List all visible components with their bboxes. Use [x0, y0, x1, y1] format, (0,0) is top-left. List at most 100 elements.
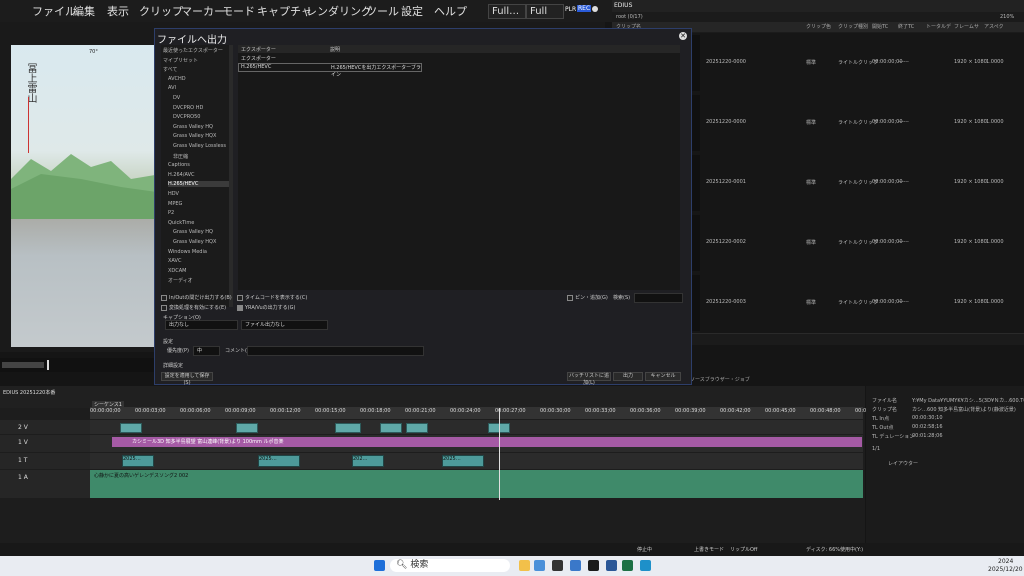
bin-folder[interactable]: root (0/17) [616, 14, 643, 20]
header-description[interactable]: 説明 [330, 46, 340, 53]
option-timecode[interactable]: タイムコードを表示する(C) [237, 294, 307, 301]
app-icon-2[interactable] [570, 560, 581, 571]
menu-marker[interactable]: マーカー [181, 3, 225, 19]
menu-close-icon[interactable] [592, 6, 598, 12]
word-icon[interactable] [606, 560, 617, 571]
menu-edit[interactable]: 編集 [73, 3, 95, 19]
info-page[interactable]: 1/1 [872, 446, 880, 452]
col-total[interactable]: トータルデ [926, 23, 951, 30]
track-1a[interactable]: 心静かに夏の高いゲレンデスソング2 002 [90, 470, 863, 498]
col-aspect[interactable]: アスペク [984, 23, 1004, 30]
dialog-close-icon[interactable]: ✕ [679, 32, 687, 40]
cancel-button[interactable]: キャンセル [645, 372, 681, 381]
priority-select[interactable]: 中 [193, 346, 220, 356]
comment-field[interactable] [247, 346, 424, 356]
detail-settings-toggle[interactable]: 詳細設定 [163, 362, 183, 369]
save-settings-button[interactable]: 設定を適用して保存(S) [161, 372, 213, 386]
col-end-tc[interactable]: 終了TC [898, 23, 914, 30]
tree-item[interactable]: 非圧縮 [173, 153, 188, 160]
search-field[interactable] [634, 293, 683, 303]
tree-item[interactable]: Grass Valley HQX [173, 239, 216, 245]
full-right-dropdown[interactable]: Full [526, 4, 564, 19]
t1-clip-2[interactable]: 2025… [258, 455, 300, 467]
track-1t[interactable]: 2025… 2025… 202… 2025… [90, 453, 863, 469]
col-frame-size[interactable]: フレームサ [954, 23, 979, 30]
tree-item[interactable]: Captions [168, 162, 190, 168]
tree-item[interactable]: 最近使ったエクスポーター [163, 47, 223, 54]
full-left-dropdown[interactable]: Full… [488, 4, 526, 19]
col-clip-type[interactable]: クリップ種別 [838, 23, 868, 30]
t1-clip-3[interactable]: 202… [352, 455, 384, 467]
tree-item[interactable]: Grass Valley HQ [173, 124, 213, 130]
tree-item[interactable]: Grass Valley HQX [173, 133, 216, 139]
tree-item[interactable]: DVCPRO50 [173, 114, 200, 120]
menu-help[interactable]: ヘルプ [434, 3, 467, 19]
plr-label[interactable]: PLR [565, 6, 576, 13]
option-pin[interactable]: ピン・追加(G) [567, 294, 608, 301]
menu-file[interactable]: ファイル [32, 3, 76, 19]
rec-label[interactable]: REC [577, 5, 592, 12]
tree-item[interactable]: HDV [168, 191, 179, 197]
menu-clip[interactable]: クリップ [139, 3, 183, 19]
menu-rendering[interactable]: レンダリング [306, 3, 372, 19]
menu-mode[interactable]: モード [222, 3, 255, 19]
tree-item[interactable]: P2 [168, 210, 174, 216]
v2-clip[interactable] [335, 423, 361, 433]
tree-item[interactable]: XAVC [168, 258, 181, 264]
exporter-row-hevc[interactable]: H.265/HEVC H.265/HEVCを出力エクスポーターブライン [238, 63, 422, 78]
v2-clip[interactable] [236, 423, 258, 433]
tree-item[interactable]: Grass Valley HQ [173, 229, 213, 235]
tree-item[interactable]: AVCHD [168, 76, 186, 82]
tree-item[interactable]: マイプリセット [163, 57, 198, 64]
menu-view[interactable]: 表示 [107, 3, 129, 19]
tree-item[interactable]: MPEG [168, 201, 182, 207]
taskbar-search[interactable]: 🔍︎ 検索 [390, 559, 510, 572]
caption-select[interactable]: 出力なし [165, 320, 238, 330]
bin-bottom-tab[interactable]: ソースブラウザー・ジョブ [690, 376, 750, 383]
track-label-2v[interactable]: 2 V [0, 420, 90, 434]
track-2v[interactable] [90, 420, 863, 434]
explorer-icon[interactable] [519, 560, 530, 571]
t1-clip-4[interactable]: 2025… [442, 455, 484, 467]
track-label-1a[interactable]: 1 A [0, 470, 90, 498]
edge-icon[interactable] [640, 560, 651, 571]
tree-item[interactable]: XDCAM [168, 268, 187, 274]
track-label-1t[interactable]: 1 T [0, 453, 90, 469]
tree-item[interactable]: Grass Valley Lossless [173, 143, 226, 149]
browser-icon[interactable] [534, 560, 545, 571]
slider-handle[interactable] [47, 360, 49, 370]
file-output-select[interactable]: ファイル出力なし [241, 320, 328, 330]
excel-icon[interactable] [622, 560, 633, 571]
v2-clip[interactable] [406, 423, 428, 433]
bin-zoom[interactable]: 210% [1000, 14, 1014, 20]
v2-clip[interactable] [120, 423, 142, 433]
t1-clip-1[interactable]: 2025… [122, 455, 154, 467]
header-exporter[interactable]: エクスポーター [241, 46, 276, 53]
tree-item[interactable]: Windows Media [168, 249, 207, 255]
tree-item[interactable]: H.265/HEVC [168, 181, 230, 188]
playhead[interactable] [499, 408, 500, 500]
track-label-1v[interactable]: 1 V [0, 435, 90, 452]
tree-item[interactable]: DV [173, 95, 180, 101]
option-convert[interactable]: 変換処理を有効にする(E) [161, 304, 226, 311]
tree-item[interactable]: すべて [163, 66, 177, 73]
add-batch-button[interactable]: バッチリストに追加(L) [567, 372, 611, 386]
tree-item[interactable]: H.264/AVC [168, 172, 195, 178]
tree-item[interactable]: DVCPRO HD [173, 105, 203, 111]
col-clip-color[interactable]: クリップ色 [806, 23, 831, 30]
output-button[interactable]: 出力 [613, 372, 643, 381]
col-start-tc[interactable]: 開始TC [872, 23, 888, 30]
option-inout[interactable]: In/Outの間だけ出力する(B) [161, 294, 232, 301]
tree-item[interactable]: QuickTime [168, 220, 194, 226]
tree-item[interactable]: オーディオ [168, 277, 193, 284]
start-icon[interactable] [374, 560, 385, 571]
option-effects[interactable]: YRA/Vuの出力する(G) [237, 304, 295, 311]
menu-tools[interactable]: ツール [366, 3, 399, 19]
menu-capture[interactable]: キャプチャ [257, 3, 312, 19]
info-layouter[interactable]: レイアウター [888, 460, 918, 467]
timeline-ruler[interactable]: 00:00:00;00 00:00:03;00 00:00:06;00 00:00:0… [90, 407, 886, 419]
app-icon-3[interactable] [588, 560, 599, 571]
track-1v[interactable]: カシミール3D 知多半島展望 富山連峰(背景)より 100mm ルポ音楽 [90, 435, 863, 452]
v2-clip[interactable] [380, 423, 402, 433]
app-icon-1[interactable] [552, 560, 563, 571]
